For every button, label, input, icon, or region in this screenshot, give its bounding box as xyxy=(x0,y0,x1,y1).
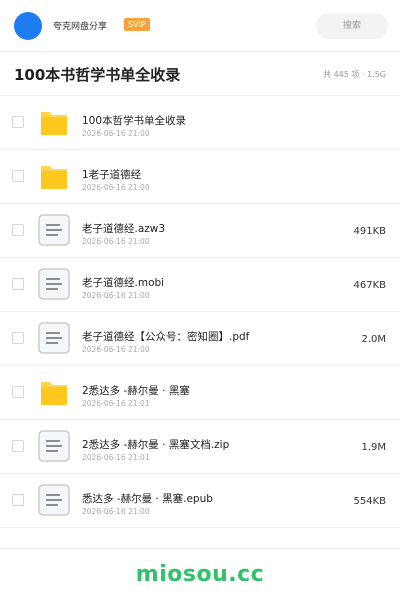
file-name: 2悉达多 -赫尔曼 · 黑塞文档.zip xyxy=(82,439,230,451)
file-name: 悉达多 -赫尔曼 · 黑塞.epub xyxy=(82,493,213,505)
file-size: 467KB xyxy=(353,280,386,291)
file-row[interactable]: 老子道德经.azw3 2026-06-16 21:00 491KB xyxy=(0,204,400,258)
folder-summary: 共 445 项 · 1.5G xyxy=(323,70,386,79)
search-button[interactable]: 搜索 xyxy=(316,13,388,39)
file-name: 老子道德经.mobi xyxy=(82,277,165,289)
username[interactable]: 夸克网盘分享 xyxy=(53,19,107,32)
row-checkbox[interactable] xyxy=(12,170,24,182)
row-checkbox[interactable] xyxy=(12,494,24,506)
file-row[interactable]: 老子道德经.mobi 2026-06-16 21:00 467KB xyxy=(0,258,400,312)
file-list: 100本哲学书单全收录 2026-06-16 21:00 1老子道德经 2026… xyxy=(0,96,400,528)
file-date: 2026-06-16 21:00 xyxy=(82,129,150,138)
document-icon xyxy=(38,430,70,462)
top-bar: 夸克网盘分享 SVIP 搜索 xyxy=(0,0,400,52)
file-row[interactable]: 2悉达多 -赫尔曼 · 黑塞 2026-06-16 21:01 xyxy=(0,366,400,420)
footer-divider xyxy=(0,548,400,549)
file-date: 2026-06-16 21:00 xyxy=(82,237,150,246)
document-icon xyxy=(38,322,70,354)
file-row[interactable]: 悉达多 -赫尔曼 · 黑塞.epub 2026-06-16 21:00 554K… xyxy=(0,474,400,528)
document-icon xyxy=(38,484,70,516)
file-date: 2026-06-16 21:01 xyxy=(82,399,150,408)
file-row[interactable]: 100本哲学书单全收录 2026-06-16 21:00 xyxy=(0,96,400,150)
row-checkbox[interactable] xyxy=(12,116,24,128)
file-date: 2026-06-16 21:00 xyxy=(82,183,150,192)
file-name: 2悉达多 -赫尔曼 · 黑塞 xyxy=(82,385,190,397)
row-checkbox[interactable] xyxy=(12,278,24,290)
title-bar: 100本书哲学书单全收录 共 445 项 · 1.5G xyxy=(0,52,400,96)
document-icon xyxy=(38,268,70,300)
file-date: 2026-06-16 21:00 xyxy=(82,345,150,354)
file-row[interactable]: 1老子道德经 2026-06-16 21:00 xyxy=(0,150,400,204)
page-title: 100本书哲学书单全收录 xyxy=(14,66,181,84)
file-size: 554KB xyxy=(353,496,386,507)
file-date: 2026-06-16 21:01 xyxy=(82,453,150,462)
watermark: miosou.cc xyxy=(135,562,265,587)
file-row[interactable]: 2悉达多 -赫尔曼 · 黑塞文档.zip 2026-06-16 21:01 1.… xyxy=(0,420,400,474)
avatar[interactable] xyxy=(14,12,42,40)
row-checkbox[interactable] xyxy=(12,440,24,452)
document-icon xyxy=(38,214,70,246)
file-size: 491KB xyxy=(353,226,386,237)
file-name: 老子道德经【公众号：密知圈】.pdf xyxy=(82,331,250,343)
svip-badge: SVIP xyxy=(124,18,150,31)
row-checkbox[interactable] xyxy=(12,386,24,398)
folder-icon xyxy=(38,376,70,408)
folder-icon xyxy=(38,106,70,138)
row-checkbox[interactable] xyxy=(12,224,24,236)
file-row[interactable]: 老子道德经【公众号：密知圈】.pdf 2026-06-16 21:00 2.0M xyxy=(0,312,400,366)
folder-icon xyxy=(38,160,70,192)
file-date: 2026-06-16 21:00 xyxy=(82,291,150,300)
file-name: 1老子道德经 xyxy=(82,169,142,181)
file-name: 100本哲学书单全收录 xyxy=(82,115,187,127)
row-checkbox[interactable] xyxy=(12,332,24,344)
file-date: 2026-06-16 21:00 xyxy=(82,507,150,516)
file-size: 1.9M xyxy=(361,442,386,453)
file-size: 2.0M xyxy=(361,334,386,345)
file-name: 老子道德经.azw3 xyxy=(82,223,166,235)
